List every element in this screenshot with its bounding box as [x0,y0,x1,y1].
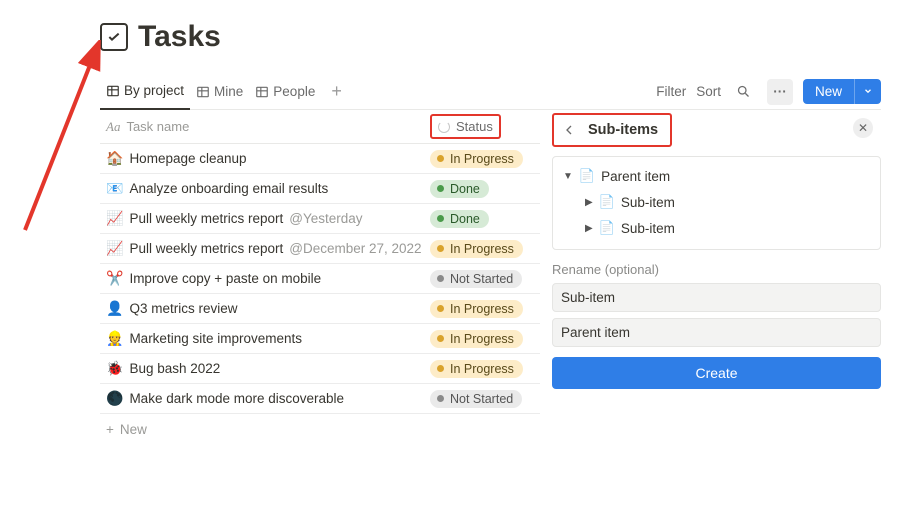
column-status[interactable]: Status [430,114,540,139]
task-name-cell[interactable]: 👤Q3 metrics review [100,300,430,317]
view-toolbar: By projectMinePeople + Filter Sort ··· N… [100,74,881,110]
table-header-row: Aa Task name Status [100,110,540,144]
page-icon: 📄 [599,194,615,210]
status-cell[interactable]: In Progress [430,360,540,378]
plus-icon: + [106,422,114,437]
status-badge: Done [430,210,489,228]
panel-title: Sub-items [588,122,658,138]
status-cell[interactable]: In Progress [430,300,540,318]
checkbox-icon [100,23,128,51]
page-icon: 📄 [599,220,615,236]
text-property-icon: Aa [106,119,120,135]
subitem-name-input[interactable] [552,283,881,312]
more-icon[interactable]: ··· [767,79,793,105]
create-button[interactable]: Create [552,357,881,389]
status-cell[interactable]: Not Started [430,390,540,408]
status-badge: Done [430,180,489,198]
caret-down-icon: ▼ [563,171,573,182]
status-badge: In Progress [430,330,523,348]
task-name-cell[interactable]: 📧Analyze onboarding email results [100,180,430,197]
status-badge: Not Started [430,390,522,408]
tree-sub-item[interactable]: ▶📄Sub-item [563,215,870,241]
new-row-button[interactable]: + New [100,414,540,444]
view-tab-by-project[interactable]: By project [100,74,190,110]
caret-right-icon: ▶ [585,223,593,234]
table-row[interactable]: 📧Analyze onboarding email resultsDone [100,174,540,204]
table-row[interactable]: 📈Pull weekly metrics report @December 27… [100,234,540,264]
task-emoji: 📈 [106,240,123,257]
status-badge: Not Started [430,270,522,288]
status-badge: In Progress [430,300,523,318]
task-emoji: 👷 [106,330,123,347]
page-title-row: Tasks [100,20,881,54]
chevron-down-icon[interactable] [854,79,881,104]
status-icon [438,121,450,133]
status-cell[interactable]: In Progress [430,240,540,258]
task-emoji: 🌑 [106,390,123,407]
status-cell[interactable]: Not Started [430,270,540,288]
caret-right-icon: ▶ [585,197,593,208]
view-tab-people[interactable]: People [249,74,321,110]
table-row[interactable]: 🐞Bug bash 2022In Progress [100,354,540,384]
status-badge: In Progress [430,150,523,168]
close-icon[interactable]: ✕ [853,118,873,138]
status-cell[interactable]: Done [430,210,540,228]
table-icon [255,85,269,99]
subitems-panel: Sub-items ✕ ▼ 📄 Parent item ▶📄Sub-item▶📄… [540,110,881,389]
parent-name-input[interactable] [552,318,881,347]
page-title: Tasks [138,20,221,54]
table-row[interactable]: 👷Marketing site improvementsIn Progress [100,324,540,354]
status-cell[interactable]: In Progress [430,330,540,348]
new-button[interactable]: New [803,79,881,104]
table-icon [196,85,210,99]
tree-parent-item[interactable]: ▼ 📄 Parent item [563,163,870,189]
status-cell[interactable]: Done [430,180,540,198]
status-cell[interactable]: In Progress [430,150,540,168]
back-icon[interactable] [558,119,580,141]
table-row[interactable]: 🏠Homepage cleanupIn Progress [100,144,540,174]
subitems-tree: ▼ 📄 Parent item ▶📄Sub-item▶📄Sub-item [552,156,881,250]
task-emoji: 📧 [106,180,123,197]
view-tab-mine[interactable]: Mine [190,74,249,110]
search-icon[interactable] [731,79,757,105]
table-row[interactable]: ✂️Improve copy + paste on mobileNot Star… [100,264,540,294]
filter-button[interactable]: Filter [656,84,686,99]
task-emoji: 🏠 [106,150,123,167]
page-icon: 📄 [579,168,595,184]
column-task-name[interactable]: Aa Task name [100,119,430,135]
task-emoji: 📈 [106,210,123,227]
task-emoji: 👤 [106,300,123,317]
table-row[interactable]: 👤Q3 metrics reviewIn Progress [100,294,540,324]
table-row[interactable]: 🌑Make dark mode more discoverableNot Sta… [100,384,540,414]
task-emoji: 🐞 [106,360,123,377]
tree-sub-item[interactable]: ▶📄Sub-item [563,189,870,215]
tasks-table: Aa Task name Status 🏠Homepage cleanupIn … [100,110,540,444]
status-badge: In Progress [430,360,523,378]
table-row[interactable]: 📈Pull weekly metrics report @YesterdayDo… [100,204,540,234]
task-name-cell[interactable]: 🐞Bug bash 2022 [100,360,430,377]
task-emoji: ✂️ [106,270,123,287]
add-view-button[interactable]: + [325,81,348,102]
task-name-cell[interactable]: 🌑Make dark mode more discoverable [100,390,430,407]
rename-label: Rename (optional) [552,262,881,277]
task-name-cell[interactable]: 📈Pull weekly metrics report @December 27… [100,240,430,257]
task-name-cell[interactable]: 👷Marketing site improvements [100,330,430,347]
task-name-cell[interactable]: 📈Pull weekly metrics report @Yesterday [100,210,430,227]
table-icon [106,84,120,98]
task-name-cell[interactable]: 🏠Homepage cleanup [100,150,430,167]
sort-button[interactable]: Sort [696,84,721,99]
status-badge: In Progress [430,240,523,258]
task-name-cell[interactable]: ✂️Improve copy + paste on mobile [100,270,430,287]
